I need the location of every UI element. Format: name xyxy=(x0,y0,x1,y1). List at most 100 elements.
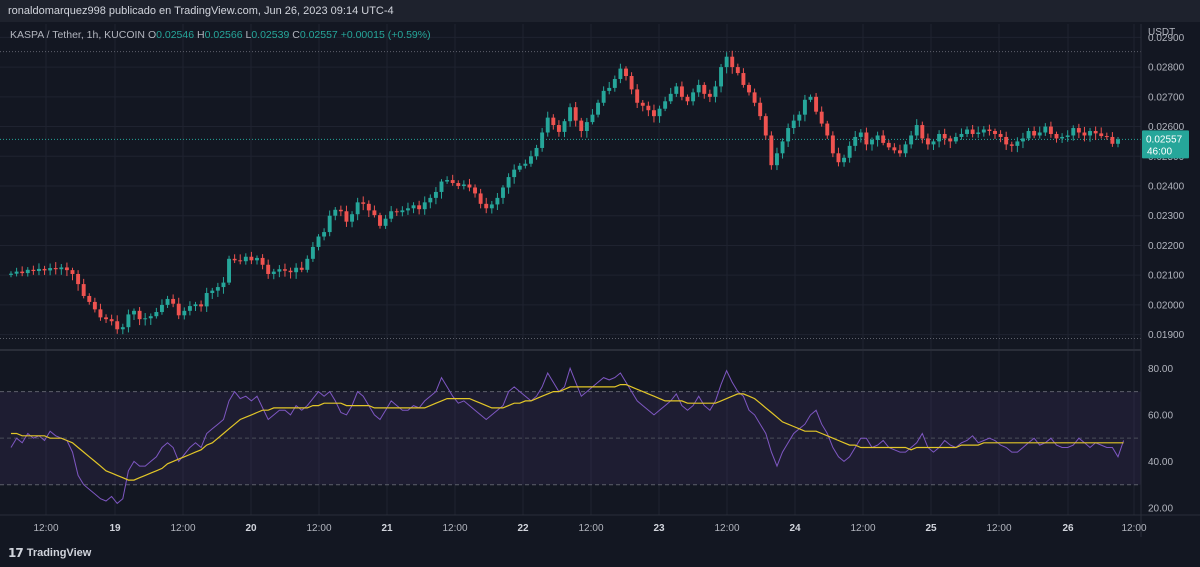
candle-body xyxy=(238,260,243,262)
candle-body xyxy=(1093,131,1098,134)
candle-body xyxy=(512,169,517,178)
time-tick-label: 12:00 xyxy=(578,523,603,534)
candle-body xyxy=(1071,128,1076,136)
candle-body xyxy=(607,87,612,91)
candle-body xyxy=(719,67,724,87)
candle-body xyxy=(601,90,606,103)
tradingview-logo-icon: 17 xyxy=(8,546,24,560)
time-tick-label: 24 xyxy=(789,523,801,534)
candle-body xyxy=(20,271,25,274)
candle-body xyxy=(752,92,757,103)
candle-body xyxy=(920,125,925,139)
candle-body xyxy=(702,84,707,94)
candle-body xyxy=(836,153,841,163)
change-value: +0.00015 (+0.59%) xyxy=(340,29,431,41)
candle-body xyxy=(506,177,511,188)
time-tick-label: 12:00 xyxy=(1121,523,1146,534)
candle-body xyxy=(411,205,416,209)
candle-body xyxy=(1048,126,1053,134)
candle-body xyxy=(366,203,371,211)
time-tick-label: 12:00 xyxy=(850,523,875,534)
candle-body xyxy=(1043,126,1048,133)
close-value: 0.02557 xyxy=(299,29,338,41)
candle-body xyxy=(266,264,271,274)
candle-body xyxy=(1026,131,1031,139)
candle-body xyxy=(948,138,953,142)
candle-body xyxy=(875,135,880,140)
candle-body xyxy=(461,184,466,186)
high-label: H xyxy=(197,29,205,41)
candle-body xyxy=(137,310,142,320)
candle-body xyxy=(187,306,192,311)
candle-body xyxy=(305,258,310,270)
candle-body xyxy=(299,267,304,270)
currency-label[interactable]: USDT xyxy=(1148,27,1175,38)
candle-body xyxy=(484,203,489,209)
candle-body xyxy=(249,256,254,261)
candle-body xyxy=(109,319,114,322)
candle-body xyxy=(176,303,181,316)
chart-canvas[interactable]: 0.029000.028000.027000.026000.025000.024… xyxy=(0,0,1200,567)
candle-body xyxy=(333,209,338,216)
rsi-tick-label: 80.00 xyxy=(1148,364,1173,375)
candle-body xyxy=(562,121,567,132)
tradingview-brand[interactable]: 17 TradingView xyxy=(8,546,91,560)
candle-body xyxy=(81,284,86,296)
symbol-legend[interactable]: KASPA / Tether, 1h, KUCOIN O0.02546 H0.0… xyxy=(10,29,431,41)
rsi-tick-label: 60.00 xyxy=(1148,410,1173,421)
candle-body xyxy=(310,246,315,259)
candle-body xyxy=(808,96,813,100)
candle-body xyxy=(405,208,410,211)
candle-body xyxy=(1032,131,1037,136)
candle-body xyxy=(573,107,578,121)
candle-body xyxy=(456,183,461,186)
candle-body xyxy=(1088,131,1093,136)
time-tick-label: 26 xyxy=(1062,523,1074,534)
candle-body xyxy=(48,268,53,271)
candle-body xyxy=(210,290,215,294)
candle-body xyxy=(132,310,136,315)
candle-body xyxy=(148,316,153,319)
candle-body xyxy=(193,304,198,307)
candle-body xyxy=(1004,136,1009,145)
time-tick-label: 25 xyxy=(925,523,937,534)
candle-body xyxy=(232,258,237,261)
candle-body xyxy=(959,133,964,137)
candle-body xyxy=(624,68,628,77)
candle-body xyxy=(747,84,751,93)
candle-body xyxy=(612,78,617,88)
candle-body xyxy=(288,270,293,273)
candle-body xyxy=(769,135,774,166)
candle-body xyxy=(937,133,942,142)
brand-name: TradingView xyxy=(26,547,92,559)
candle-body xyxy=(970,129,975,134)
rsi-tick-label: 40.00 xyxy=(1148,457,1173,468)
candle-body xyxy=(294,267,299,273)
candle-body xyxy=(439,181,444,192)
candle-body xyxy=(568,107,573,122)
candle-body xyxy=(618,68,623,79)
candle-body xyxy=(551,117,556,126)
candle-body xyxy=(864,132,869,145)
candle-body xyxy=(953,136,958,142)
candle-body xyxy=(528,156,533,164)
candle-body xyxy=(914,125,919,136)
candle-body xyxy=(53,268,58,270)
candle-body xyxy=(691,92,696,102)
countdown-label: 46:00 xyxy=(1147,146,1172,157)
candle-body xyxy=(338,209,343,212)
candle-body xyxy=(154,312,159,317)
high-value: 0.02566 xyxy=(204,29,243,41)
candle-body xyxy=(64,267,69,271)
open-label: O xyxy=(147,29,157,41)
candle-body xyxy=(730,56,735,68)
candle-body xyxy=(534,147,539,157)
candle-body xyxy=(495,197,500,205)
candle-body xyxy=(182,310,187,316)
candle-body xyxy=(126,314,131,328)
candle-body xyxy=(221,282,226,288)
candle-body xyxy=(903,144,908,154)
candle-body xyxy=(1037,132,1042,136)
candle-body xyxy=(786,128,791,142)
candle-body xyxy=(987,129,992,132)
